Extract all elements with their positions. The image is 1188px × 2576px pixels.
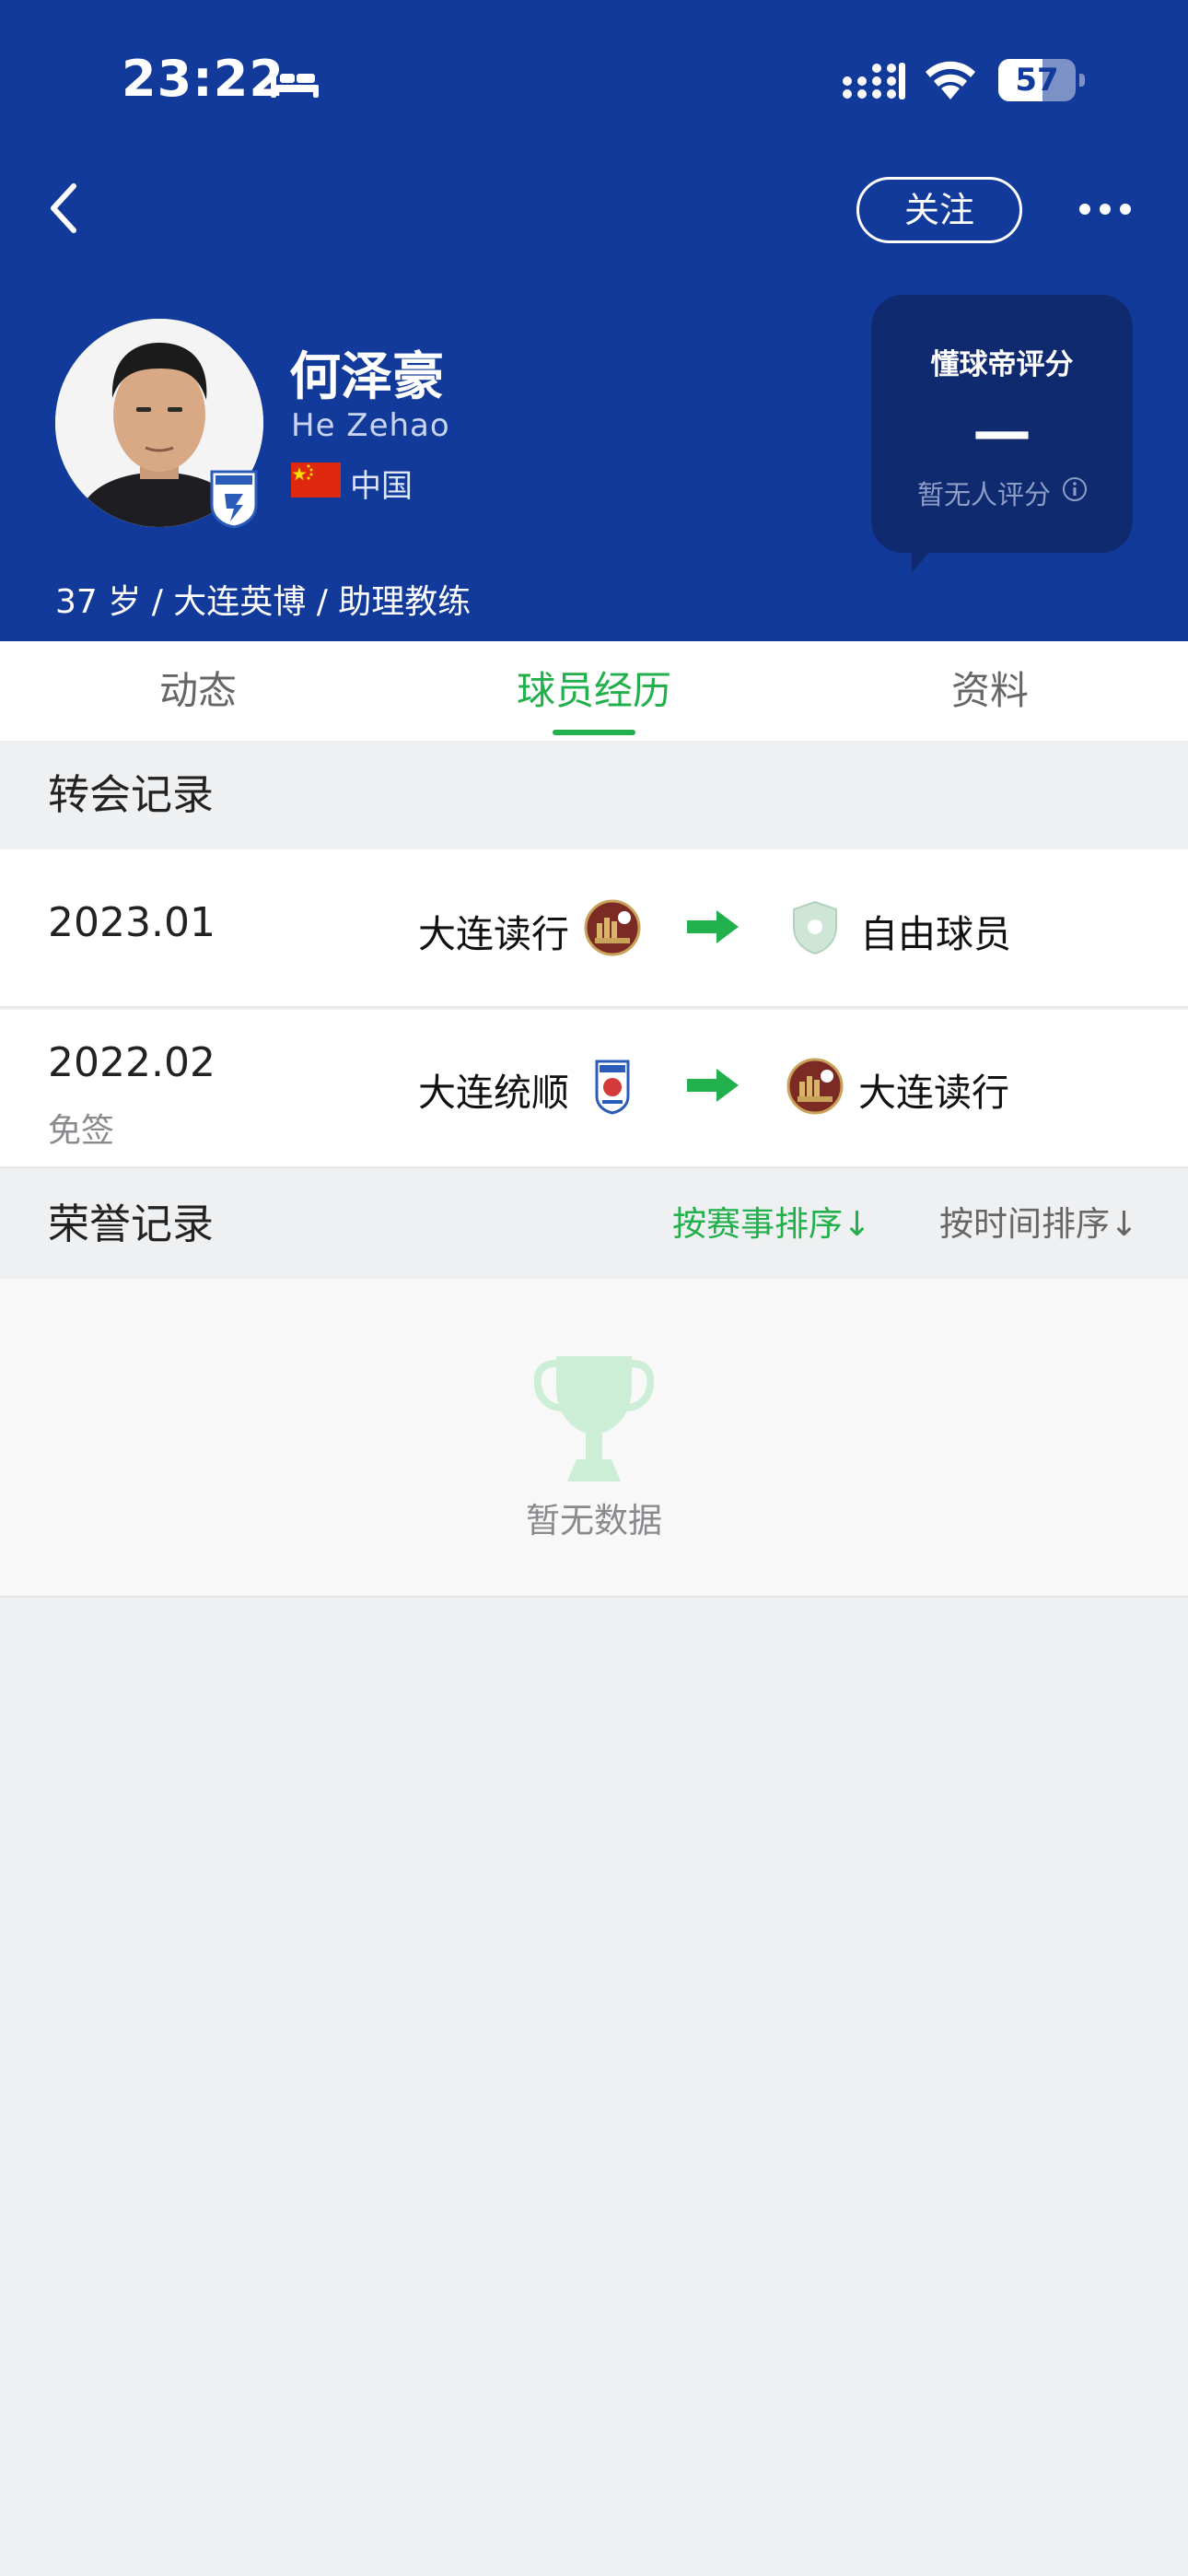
battery-indicator: 57 <box>998 59 1085 101</box>
transfer-section-title: 转会记录 <box>48 770 215 819</box>
trophy-icon <box>534 1356 654 1481</box>
transfer-row[interactable]: 2022.02 免签 大连统顺 大连读行 <box>0 1010 1188 1168</box>
rating-note: 暂无人评分 <box>917 479 1052 510</box>
player-meta: 37 岁 / 大连英博 / 助理教练 <box>55 583 472 621</box>
transfer-from-club: 大连读行 <box>418 912 569 956</box>
player-nationality: 中国 <box>350 468 413 505</box>
transfer-date: 2022.02 <box>48 1039 215 1086</box>
status-bar: 23:22 57 <box>0 0 1188 157</box>
transfer-to-club: 自由球员 <box>860 912 1011 956</box>
tab-profile[interactable]: 资料 <box>792 641 1188 741</box>
info-icon[interactable] <box>1061 475 1089 503</box>
transfer-from-club: 大连统顺 <box>418 1071 569 1115</box>
transfer-section-header: 转会记录 <box>0 741 1188 849</box>
sort-by-competition-button[interactable]: 按赛事排序↓ <box>672 1170 871 1279</box>
battery-percentage: 57 <box>1015 62 1059 99</box>
player-name: 何泽豪 <box>289 347 444 407</box>
tab-bar: 动态 球员经历 资料 <box>0 641 1188 741</box>
cellular-signal-icon <box>843 63 905 100</box>
back-chevron-icon[interactable] <box>41 179 88 238</box>
player-name-english: He Zehao <box>291 407 450 444</box>
follow-button[interactable]: 关注 <box>856 177 1022 243</box>
wifi-icon <box>926 61 975 100</box>
honors-section-header: 荣誉记录 按赛事排序↓ 按时间排序↓ <box>0 1170 1188 1279</box>
tab-career[interactable]: 球员经历 <box>396 641 792 741</box>
honors-section-title: 荣誉记录 <box>48 1200 215 1248</box>
bed-icon <box>271 66 319 98</box>
player-header: 23:22 57 关注 何泽豪 He Zehao 中国 37 岁 / 大连英博 … <box>0 0 1188 641</box>
rating-title: 懂球帝评分 <box>930 348 1074 381</box>
dalian-duxing-logo-icon <box>584 899 641 956</box>
tab-activity[interactable]: 动态 <box>0 641 396 741</box>
empty-state-text: 暂无数据 <box>526 1501 662 1540</box>
active-tab-indicator <box>553 730 635 735</box>
sort-by-time-button[interactable]: 按时间排序↓ <box>939 1170 1138 1279</box>
transfer-arrow-icon <box>687 1069 739 1102</box>
rating-card-tail <box>912 549 932 573</box>
rating-card[interactable]: 懂球帝评分 — 暂无人评分 <box>871 295 1133 553</box>
transfer-type: 免签 <box>48 1112 115 1150</box>
dalian-duxing-logo-icon <box>786 1058 844 1115</box>
china-flag-icon <box>291 463 341 498</box>
transfer-to-club: 大连读行 <box>858 1071 1009 1115</box>
more-options-icon[interactable] <box>1076 195 1135 223</box>
honors-empty-state: 暂无数据 <box>0 1279 1188 1598</box>
free-agent-shield-icon <box>793 900 837 955</box>
transfer-arrow-icon <box>687 910 739 943</box>
rating-value: — <box>973 398 1031 466</box>
transfer-date: 2023.01 <box>48 899 215 946</box>
club-badge-icon <box>210 470 258 529</box>
dalian-tongshun-logo-icon <box>595 1060 630 1115</box>
status-time: 23:22 <box>122 50 285 108</box>
transfer-row[interactable]: 2023.01 大连读行 自由球员 <box>0 849 1188 1008</box>
